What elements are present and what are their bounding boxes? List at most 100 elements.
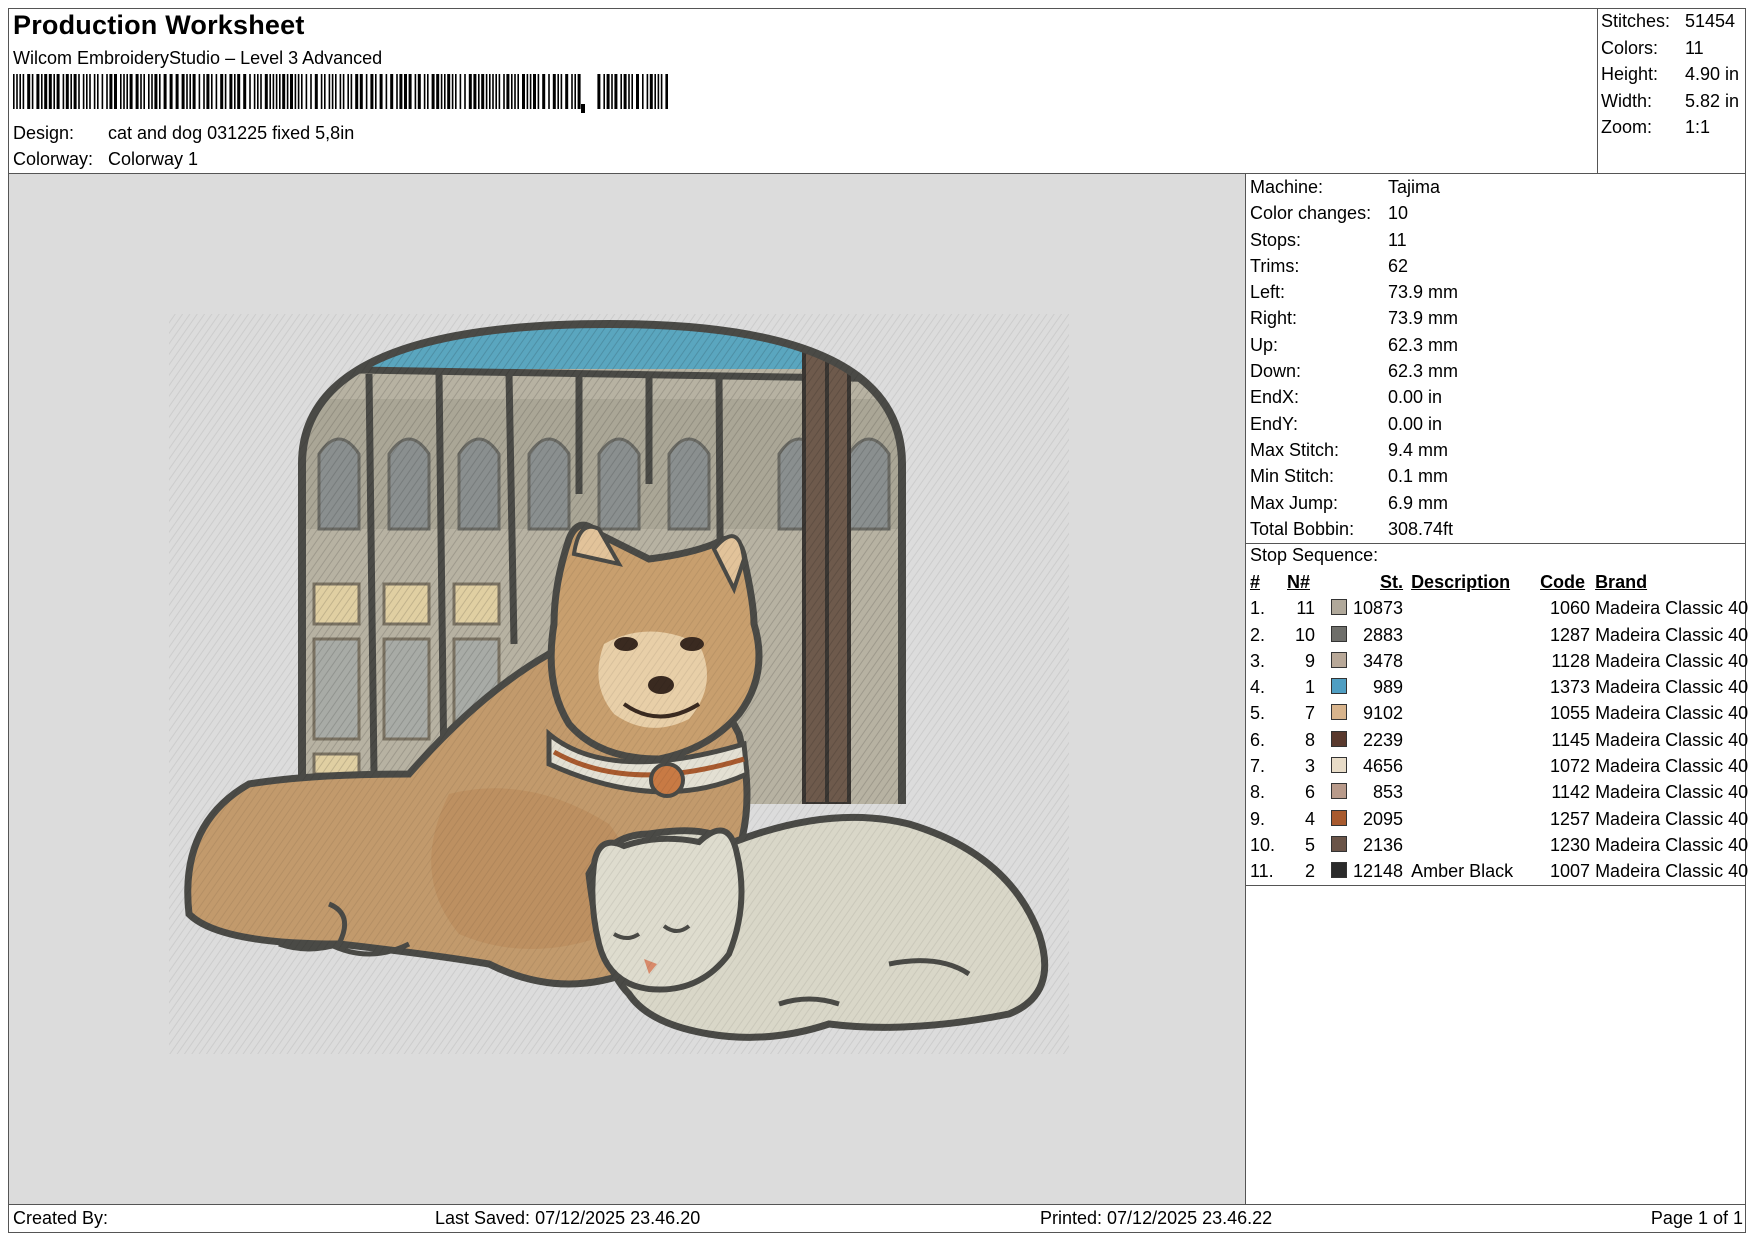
summary-label: Height:: [1601, 64, 1659, 84]
thread-brand: Madeira Classic 40: [1595, 677, 1749, 698]
summary-row: Width: 5.82 in: [1601, 88, 1739, 115]
color-swatch-cell: [1315, 700, 1353, 726]
needle-number: 2: [1304, 861, 1315, 882]
color-swatch: [1331, 757, 1347, 774]
summary-value: 11: [1685, 37, 1704, 58]
color-swatch-cell: [1315, 622, 1353, 648]
colorway-row: Colorway: Colorway 1: [13, 149, 198, 170]
machine-info-row: Color changes: 10: [1250, 200, 1458, 226]
machine-info-label: Trims:: [1250, 255, 1300, 276]
thread-description: [1403, 674, 1540, 700]
stop-index: 9.: [1250, 808, 1266, 829]
thread-description: [1403, 700, 1540, 726]
color-swatch-cell: [1315, 727, 1353, 753]
page-title: Production Worksheet: [13, 10, 305, 40]
machine-info-label: Right:: [1250, 308, 1298, 329]
table-row: 3. 9 3478 1128 Madeira Classic 40: [1250, 648, 1748, 674]
machine-info-value: 62.3 mm: [1388, 361, 1459, 382]
machine-info-row: Max Stitch: 9.4 mm: [1250, 437, 1458, 463]
needle-number: 11: [1296, 598, 1315, 619]
color-swatch: [1331, 730, 1347, 747]
thread-description: Amber Black: [1411, 861, 1514, 882]
stop-index: 11.: [1250, 861, 1274, 882]
software-name: Wilcom EmbroideryStudio – Level 3 Advanc…: [13, 48, 383, 68]
stitch-texture: [169, 314, 1069, 1054]
machine-info-value: 6.9 mm: [1388, 492, 1449, 513]
thread-brand: Madeira Classic 40: [1595, 729, 1749, 750]
col-swatch: [1315, 569, 1353, 595]
summary-divider: [1597, 8, 1598, 174]
design-row: Design: cat and dog 031225 fixed 5,8in: [13, 123, 354, 144]
thread-brand: Madeira Classic 40: [1595, 861, 1749, 882]
colorway-label: Colorway:: [13, 149, 94, 169]
color-swatch-cell: [1315, 806, 1353, 832]
color-swatch: [1331, 835, 1347, 852]
table-row: 9. 4 2095 1257 Madeira Classic 40: [1250, 806, 1748, 832]
needle-number: 3: [1304, 756, 1315, 777]
thread-code: 1128: [1551, 650, 1591, 671]
stitch-count: 989: [1373, 677, 1404, 698]
col-brand: Brand: [1595, 572, 1648, 592]
summary-label: Colors:: [1601, 37, 1659, 58]
needle-number: 5: [1304, 834, 1315, 855]
summary-value: 51454: [1685, 11, 1736, 31]
machine-info-divider: [1245, 543, 1746, 544]
machine-info-row: Machine: Tajima: [1250, 174, 1458, 200]
thread-brand: Madeira Classic 40: [1595, 624, 1749, 645]
summary-value: 4.90 in: [1685, 64, 1740, 84]
color-swatch: [1331, 809, 1347, 826]
thread-brand: Madeira Classic 40: [1595, 598, 1749, 619]
summary-label: Stitches:: [1601, 11, 1671, 31]
thread-code: 1060: [1550, 598, 1591, 619]
thread-code: 1145: [1551, 729, 1591, 750]
created-by: Created By:: [13, 1208, 109, 1228]
thread-brand: Madeira Classic 40: [1595, 650, 1749, 671]
machine-info-value: 0.1 mm: [1388, 466, 1449, 487]
machine-info-value: 73.9 mm: [1388, 282, 1459, 303]
machine-info: Machine: Tajima Color changes: 10 Stops: 11 Tr…: [1250, 174, 1458, 542]
stop-index: 7.: [1250, 756, 1266, 777]
thread-description: [1403, 832, 1540, 858]
machine-info-value: 0.00 in: [1388, 413, 1443, 434]
machine-info-label: Min Stitch:: [1250, 466, 1335, 487]
table-row: 10. 5 2136 1230 Madeira Classic 40: [1250, 832, 1748, 858]
design-value: cat and dog 031225 fixed 5,8in: [108, 123, 355, 143]
thread-description: [1403, 622, 1540, 648]
machine-info-row: Min Stitch: 0.1 mm: [1250, 463, 1458, 489]
stitch-count: 3478: [1363, 650, 1404, 671]
color-swatch: [1331, 783, 1347, 800]
thread-brand: Madeira Classic 40: [1595, 834, 1749, 855]
machine-info-row: Right: 73.9 mm: [1250, 305, 1458, 331]
summary-row: Zoom: 1:1: [1601, 114, 1739, 141]
color-swatch-cell: [1315, 858, 1353, 884]
stop-index: 8.: [1250, 782, 1266, 803]
machine-info-label: Total Bobbin:: [1250, 518, 1355, 539]
machine-info-row: Stops: 11: [1250, 227, 1458, 253]
stop-index: 3.: [1250, 650, 1266, 671]
summary-value: 5.82 in: [1685, 90, 1740, 111]
thread-description: [1403, 727, 1540, 753]
design-preview: [9, 174, 1245, 1204]
color-swatch-cell: [1315, 832, 1353, 858]
needle-number: 7: [1304, 703, 1315, 724]
machine-info-value: 9.4 mm: [1388, 439, 1449, 460]
table-row: 4. 1 989 1373 Madeira Classic 40: [1250, 674, 1748, 700]
stop-sequence-table: # N# St. Description Code Brand 1. 11 1087…: [1250, 569, 1748, 885]
thread-description: [1403, 648, 1540, 674]
machine-info-value: 11: [1388, 229, 1407, 250]
needle-number: 6: [1304, 782, 1315, 803]
machine-info-value: 10: [1388, 203, 1409, 224]
table-row: 11. 2 12148 Amber Black 1007 Madeira Classic …: [1250, 858, 1748, 884]
table-row: 2. 10 2883 1287 Madeira Classic 40: [1250, 622, 1748, 648]
stop-index: 4.: [1250, 677, 1266, 698]
color-swatch-cell: [1315, 674, 1353, 700]
thread-code: 1142: [1551, 782, 1591, 803]
printed-date: Printed: 07/12/2025 23.46.22: [1040, 1208, 1273, 1228]
stop-index: 2.: [1250, 624, 1266, 645]
col-needle: N#: [1287, 572, 1311, 592]
stop-index: 1.: [1250, 598, 1266, 619]
color-swatch-cell: [1315, 779, 1353, 805]
summary-label: Width:: [1601, 90, 1653, 111]
machine-info-label: Left:: [1250, 282, 1286, 303]
stop-index: 6.: [1250, 729, 1266, 750]
